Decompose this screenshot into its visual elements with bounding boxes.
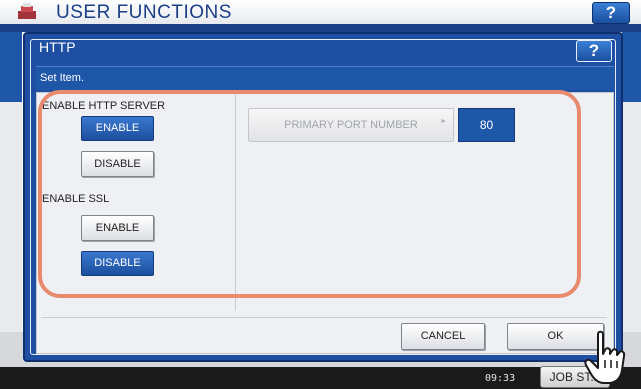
app-title: USER FUNCTIONS	[56, 2, 232, 23]
clock: 09:33	[485, 373, 516, 384]
ssl-disable-button[interactable]: DISABLE	[81, 251, 154, 276]
dialog-subtitle-bar: Set Item.	[36, 66, 614, 90]
app-panel-left	[0, 32, 22, 102]
app-content-right	[622, 102, 641, 332]
primary-port-number-label: PRIMARY PORT NUMBER	[284, 119, 418, 131]
dialog-body: ENABLE HTTP SERVER ENABLE DISABLE ENABLE…	[36, 92, 614, 354]
ssl-enable-button[interactable]: ENABLE	[81, 215, 154, 241]
port-number-value: 80	[458, 108, 515, 142]
ssl-label: ENABLE SSL	[42, 193, 110, 205]
app-panel-right	[622, 32, 641, 102]
dialog-title: HTTP	[39, 39, 76, 55]
app-help-button[interactable]: ?	[592, 2, 630, 24]
copier-logo-icon	[18, 3, 36, 19]
app-header: USER FUNCTIONS ?	[0, 0, 641, 24]
http-server-label: ENABLE HTTP SERVER	[42, 100, 166, 112]
http-disable-button[interactable]: DISABLE	[81, 151, 154, 177]
corner-arrow-icon: ►	[440, 118, 447, 125]
http-dialog: HTTP ? Set Item. ENABLE HTTP SERVER ENAB…	[23, 32, 623, 362]
app-nav-strip	[0, 24, 641, 32]
primary-port-number-button[interactable]: PRIMARY PORT NUMBER ►	[248, 108, 454, 142]
column-divider	[235, 93, 236, 311]
cancel-button[interactable]: CANCEL	[401, 323, 485, 350]
pointing-hand-icon	[584, 330, 626, 384]
app-content-left	[0, 102, 22, 332]
http-enable-button[interactable]: ENABLE	[81, 116, 154, 141]
dialog-subtitle: Set Item.	[40, 72, 85, 84]
dialog-help-button[interactable]: ?	[576, 40, 612, 62]
footer-divider	[41, 317, 607, 318]
